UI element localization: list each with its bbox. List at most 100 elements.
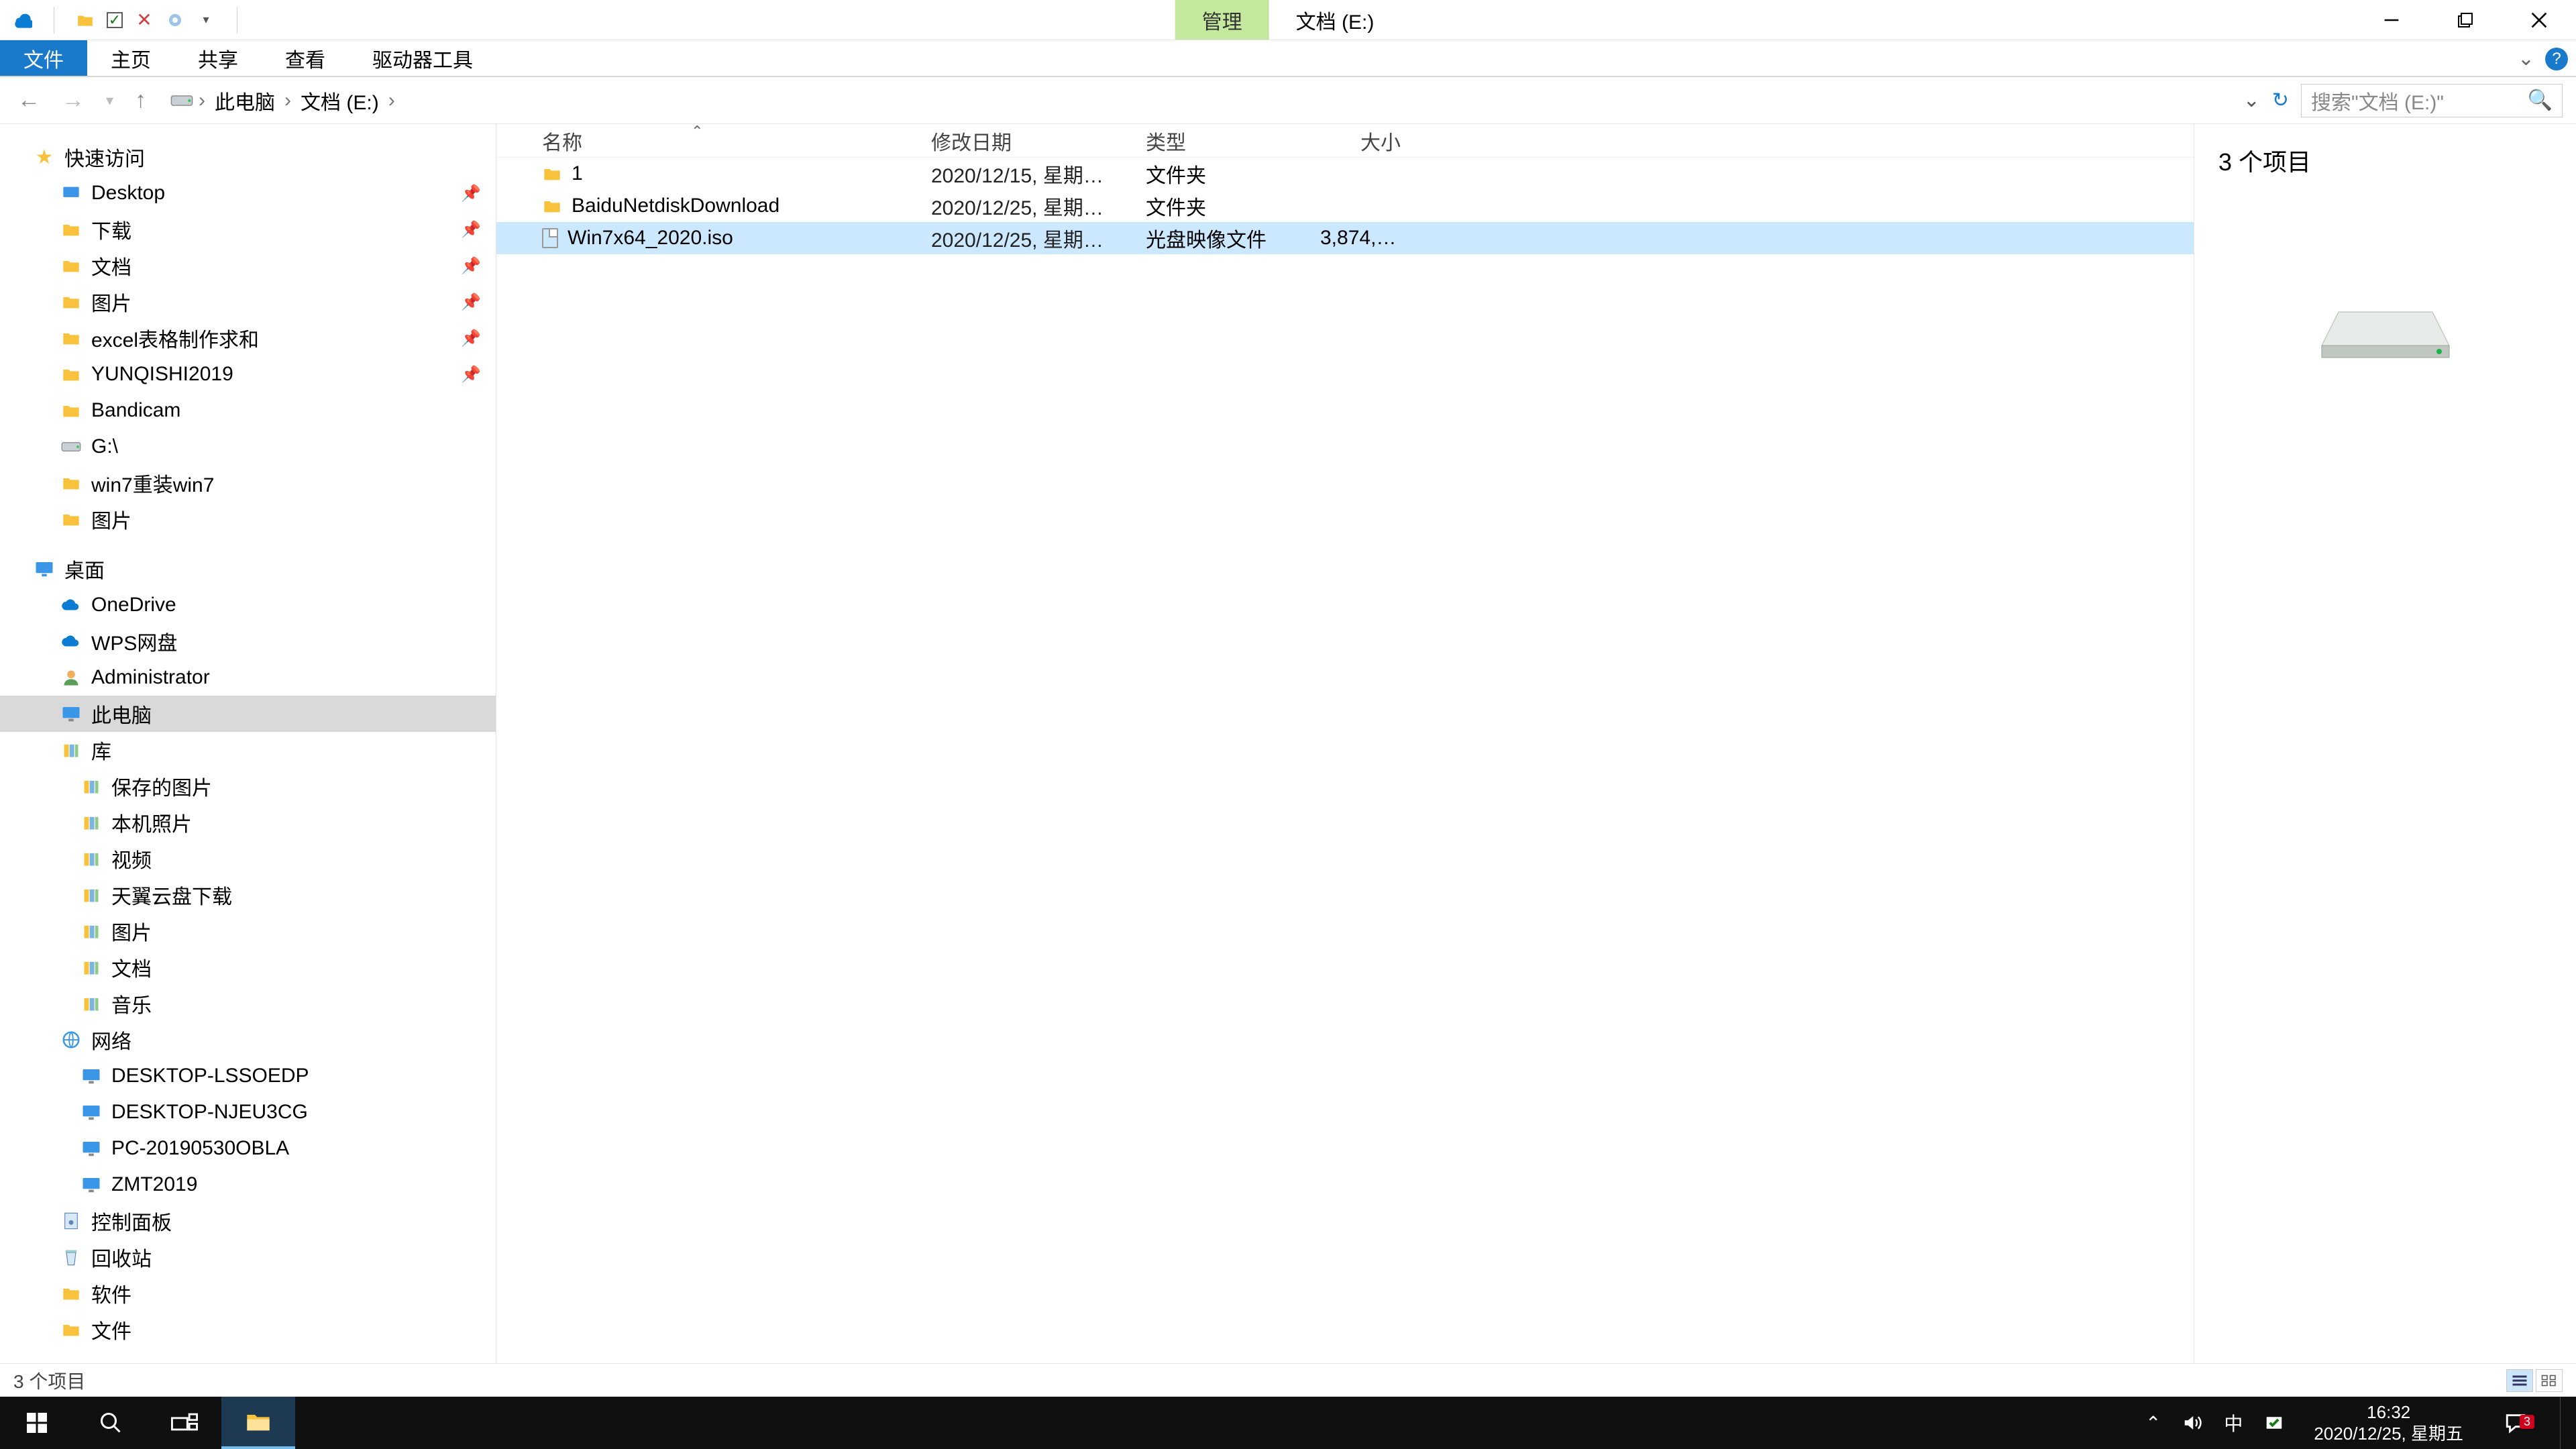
help-icon[interactable]: ? (2545, 48, 2568, 70)
tree-item[interactable]: 此电脑 (0, 696, 496, 732)
recent-dropdown-icon[interactable]: ▾ (102, 92, 117, 109)
navigation-pane[interactable]: ★ 快速访问 Desktop📌下载📌文档📌图片📌excel表格制作求和📌YUNQ… (0, 124, 496, 1363)
tab-file[interactable]: 文件 (0, 40, 87, 76)
library-icon (80, 957, 102, 978)
folder-qat-icon[interactable] (76, 11, 95, 30)
tree-item-network-pc[interactable]: PC-20190530OBLA (0, 1130, 496, 1167)
config-qat-icon[interactable] (166, 11, 184, 30)
taskbar-explorer-button[interactable] (221, 1397, 295, 1449)
file-row[interactable]: Win7x64_2020.iso2020/12/25, 星期五 1...光盘映像… (496, 222, 2194, 254)
tree-item[interactable]: 回收站 (0, 1239, 496, 1275)
ribbon-context-tab[interactable]: 管理 (1175, 0, 1269, 40)
tree-item-qa[interactable]: G:\ (0, 429, 496, 465)
tree-item-library[interactable]: 本机照片 (0, 804, 496, 841)
task-view-button[interactable] (148, 1397, 221, 1449)
thumbnails-view-button[interactable] (2536, 1369, 2563, 1392)
minimize-button[interactable] (2355, 0, 2428, 40)
back-button[interactable]: ← (13, 87, 44, 113)
column-size[interactable]: 大小 (1307, 126, 1414, 156)
tree-network[interactable]: 网络 (0, 1022, 496, 1058)
tree-item-library[interactable]: 音乐 (0, 985, 496, 1022)
tab-drivetools[interactable]: 驱动器工具 (349, 40, 496, 76)
tree-item[interactable]: 软件 (0, 1275, 496, 1311)
show-desktop-button[interactable] (2560, 1397, 2569, 1449)
tree-item[interactable]: Administrator (0, 659, 496, 696)
address-bar[interactable]: › 此电脑 › 文档 (E:) › (164, 86, 2230, 115)
tab-view[interactable]: 查看 (262, 40, 349, 76)
tree-label: WPS网盘 (91, 627, 177, 656)
file-date: 2020/12/25, 星期五 1... (918, 191, 1132, 221)
tree-quick-access[interactable]: ★ 快速访问 (0, 139, 496, 175)
tree-item-network-pc[interactable]: ZMT2019 (0, 1167, 496, 1203)
column-type[interactable]: 类型 (1132, 126, 1307, 156)
ribbon-collapse-icon[interactable]: ⌄ (2518, 47, 2534, 70)
tree-item-qa[interactable]: 文档📌 (0, 248, 496, 284)
tree-item-qa[interactable]: YUNQISHI2019📌 (0, 356, 496, 392)
tree-item-library[interactable]: 文档 (0, 949, 496, 985)
maximize-button[interactable] (2428, 0, 2502, 40)
tree-item-qa[interactable]: 图片📌 (0, 284, 496, 320)
tree-item-qa[interactable]: excel表格制作求和📌 (0, 320, 496, 356)
tray-overflow-icon[interactable]: ⌃ (2145, 1412, 2161, 1434)
network-pc-icon (80, 1174, 102, 1195)
taskbar-clock[interactable]: 16:32 2020/12/25, 星期五 (2306, 1401, 2471, 1445)
tree-item-qa[interactable]: 图片 (0, 501, 496, 537)
file-rows[interactable]: 12020/12/15, 星期二 1...文件夹BaiduNetdiskDown… (496, 158, 2194, 1363)
tab-share[interactable]: 共享 (174, 40, 262, 76)
up-button[interactable]: ↑ (131, 87, 150, 113)
refresh-icon[interactable]: ↻ (2272, 89, 2289, 112)
tree-desktop[interactable]: 桌面 (0, 551, 496, 587)
tree-label: Bandicam (91, 399, 180, 422)
tree-item[interactable]: 控制面板 (0, 1203, 496, 1239)
chevron-right-icon[interactable]: › (284, 89, 291, 112)
breadcrumb[interactable]: 文档 (E:) (297, 86, 383, 115)
close-button[interactable] (2502, 0, 2576, 40)
folder-icon (60, 508, 82, 530)
file-type: 文件夹 (1132, 191, 1307, 221)
volume-icon[interactable] (2182, 1413, 2202, 1433)
chevron-right-icon[interactable]: › (199, 89, 205, 112)
tree-item-library[interactable]: 图片 (0, 913, 496, 949)
file-row[interactable]: 12020/12/15, 星期二 1...文件夹 (496, 158, 2194, 190)
library-icon (80, 848, 102, 869)
tree-item-qa[interactable]: win7重装win7 (0, 465, 496, 501)
close-qat-icon[interactable]: ✕ (135, 11, 154, 30)
tree-icon (60, 667, 82, 688)
checkbox-qat-icon[interactable]: ✓ (107, 12, 123, 28)
action-center-button[interactable]: 3 (2493, 1411, 2538, 1434)
tree-item[interactable]: OneDrive (0, 587, 496, 623)
tree-item[interactable]: 库 (0, 732, 496, 768)
preview-drive-image (2218, 299, 2552, 366)
start-button[interactable] (0, 1397, 74, 1449)
tree-item-qa[interactable]: Desktop📌 (0, 175, 496, 211)
tree-item-network-pc[interactable]: DESKTOP-LSSOEDP (0, 1058, 496, 1094)
details-view-button[interactable] (2506, 1369, 2533, 1392)
search-icon[interactable]: 🔍 (2528, 89, 2553, 112)
forward-button[interactable]: → (58, 87, 89, 113)
tree-item-qa[interactable]: 下载📌 (0, 211, 496, 248)
address-dropdown-icon[interactable]: ⌄ (2243, 89, 2260, 112)
ime-indicator[interactable]: 中 (2224, 1409, 2243, 1436)
search-input[interactable]: 搜索"文档 (E:)" 🔍 (2301, 84, 2563, 117)
tree-item-library[interactable]: 保存的图片 (0, 768, 496, 804)
taskbar-search-button[interactable] (74, 1397, 148, 1449)
preview-pane: 3 个项目 (2194, 124, 2576, 1363)
sort-indicator-icon: ⌃ (691, 123, 703, 140)
tab-home[interactable]: 主页 (87, 40, 174, 76)
column-date[interactable]: 修改日期 (918, 126, 1132, 156)
file-row[interactable]: BaiduNetdiskDownload2020/12/25, 星期五 1...… (496, 190, 2194, 222)
tree-item-library[interactable]: 视频 (0, 841, 496, 877)
tree-icon (60, 1210, 82, 1232)
tree-item-library[interactable]: 天翼云盘下载 (0, 877, 496, 913)
qat-dropdown-icon[interactable]: ▾ (197, 11, 215, 30)
tree-item-qa[interactable]: Bandicam (0, 392, 496, 429)
chevron-right-icon[interactable]: › (388, 89, 395, 112)
tree-item[interactable]: 文件 (0, 1311, 496, 1348)
tree-icon (60, 594, 82, 616)
column-name[interactable]: 名称 (529, 126, 918, 156)
tree-item-network-pc[interactable]: DESKTOP-NJEU3CG (0, 1094, 496, 1130)
breadcrumb[interactable]: 此电脑 (211, 86, 279, 115)
clock-date: 2020/12/25, 星期五 (2314, 1423, 2463, 1445)
tree-item[interactable]: WPS网盘 (0, 623, 496, 659)
tray-status-icon[interactable] (2264, 1413, 2284, 1433)
